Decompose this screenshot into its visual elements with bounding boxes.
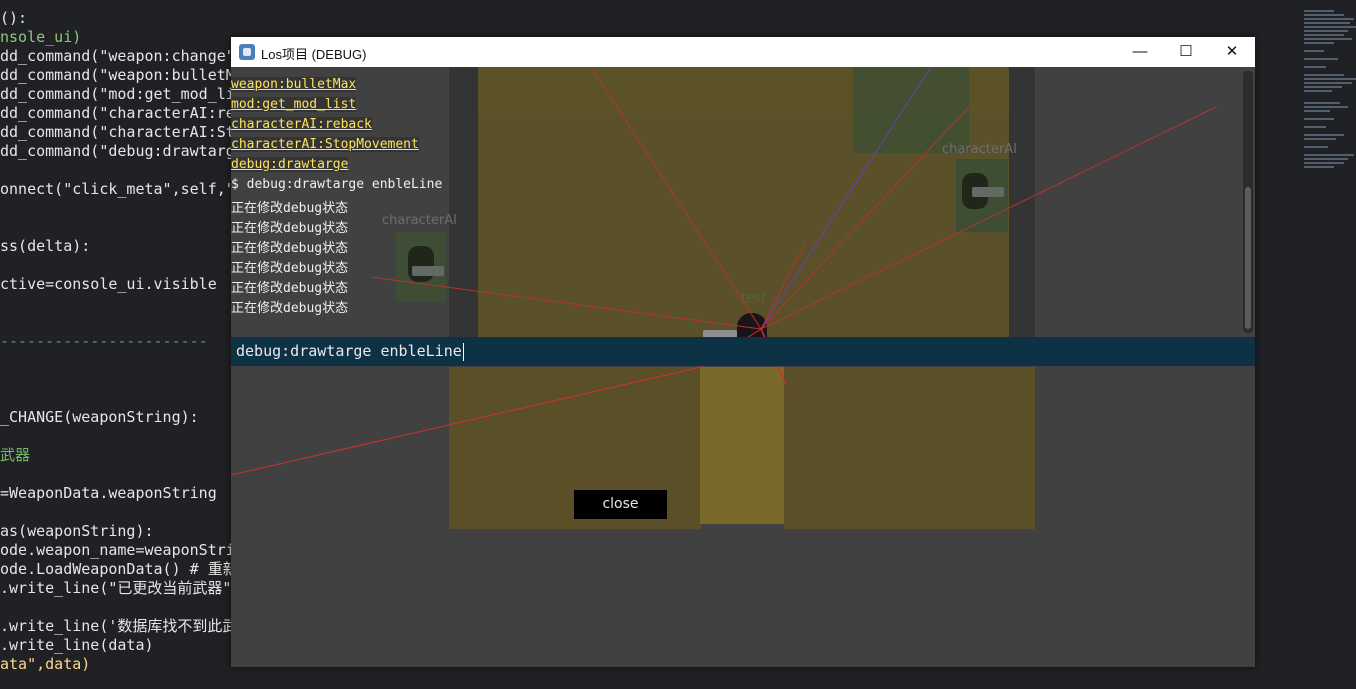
minimap-line [1304,86,1342,88]
minimize-button[interactable]: — [1117,37,1163,67]
debug-line [231,366,702,476]
minimap-line [1304,22,1350,24]
minimap-line [1304,78,1356,80]
console-output-line: 正在修改debug状态 [231,201,349,216]
minimap-line [1304,146,1328,148]
code-line: dd_command("characterAI:St [0,123,235,141]
minimap-line [1304,90,1332,92]
command-link[interactable]: characterAI:StopMovement [231,137,419,152]
code-line: as(weaponString): [0,522,154,540]
code-line: _CHANGE(weaponString): [0,408,199,426]
code-line: dd_command("weapon:bulletM [0,66,235,84]
console-input[interactable]: debug:drawtarge enbleLine [231,337,1255,366]
close-button[interactable]: close [574,490,667,519]
console-output-line: 正在修改debug状态 [231,241,349,256]
minimap-line [1304,154,1354,156]
minimap-line [1304,50,1324,52]
code-line: dd_command("weapon:change" [0,47,235,65]
command-link[interactable]: mod:get_mod_list [231,97,357,112]
code-line: .write_line(data) [0,636,154,654]
minimap-line [1304,34,1344,36]
minimap-line [1304,82,1352,84]
minimap-line [1304,110,1330,112]
text-caret [462,342,464,361]
minimap-line [1304,14,1344,16]
minimap-line [1304,138,1336,140]
code-line: .write_line("已更改当前武器" [0,579,232,597]
code-line: nsole_ui) [0,28,82,46]
code-line: dd_command("debug:drawtarg [0,142,235,160]
maximize-button[interactable]: ☐ [1163,37,1209,67]
console-output-line: 正在修改debug状态 [231,301,349,316]
console-output-line: 正在修改debug状态 [231,221,349,236]
code-line: ss(delta): [0,237,91,255]
code-line: onnect("click_meta",self," [0,180,235,198]
minimap-line [1304,158,1348,160]
minimap-line [1304,126,1326,128]
code-line: dd_command("mod:get_mod_li [0,85,235,103]
code-line: .write_line('数据库找不到此武 [0,617,238,635]
console-echo-line: $ debug:drawtarge enbleLine [231,177,443,192]
close-window-button[interactable]: ✕ [1209,37,1255,67]
command-link[interactable]: weapon:bulletMax [231,77,357,92]
minimap-line [1304,30,1348,32]
minimap-line [1304,38,1352,40]
godot-app-icon [239,44,255,60]
minimap-line [1304,42,1334,44]
code-line: ctive=console_ui.visible [0,275,217,293]
minimap-line [1304,106,1348,108]
minimap-line [1304,66,1326,68]
minimap-line [1304,74,1344,76]
command-link[interactable]: characterAI:reback [231,117,372,132]
minimap-line [1304,166,1334,168]
console-input-text: debug:drawtarge enbleLine [236,342,462,360]
console-output-line: 正在修改debug状态 [231,261,349,276]
code-line: (): [0,9,28,27]
command-link[interactable]: debug:drawtarge [231,157,349,172]
code-line: =WeaponData.weaponString [0,484,217,502]
minimap-line [1304,118,1334,120]
minimap-line [1304,58,1338,60]
code-line: ----------------------- [0,332,208,350]
code-line: ode.LoadWeaponData() # 重新 [0,560,238,578]
minimap-line [1304,102,1340,104]
minimap-line [1304,134,1344,136]
console-output-line: 正在修改debug状态 [231,281,349,296]
code-line: dd_command("characterAI:re [0,104,235,122]
console-scrollbar-thumb[interactable] [1245,187,1251,329]
console-log: weapon:bulletMax mod:get_mod_list charac… [231,71,1241,341]
minimap-line [1304,18,1354,20]
code-line: 武器 [0,446,31,464]
minimap-line [1304,10,1334,12]
minimap-line [1304,162,1344,164]
window-titlebar[interactable]: Los项目 (DEBUG) — ☐ ✕ [231,37,1255,67]
window-title: Los项目 (DEBUG) [261,47,367,62]
code-line: ata",data) [0,655,91,673]
game-viewport[interactable]: characterAI characterAI test weapon:bull… [231,67,1255,667]
game-window: Los项目 (DEBUG) — ☐ ✕ characterAI characte… [231,37,1255,667]
editor-minimap[interactable] [1300,6,1356,176]
minimap-line [1304,26,1356,28]
code-line: ode.weapon_name=weaponStrin [0,541,244,559]
